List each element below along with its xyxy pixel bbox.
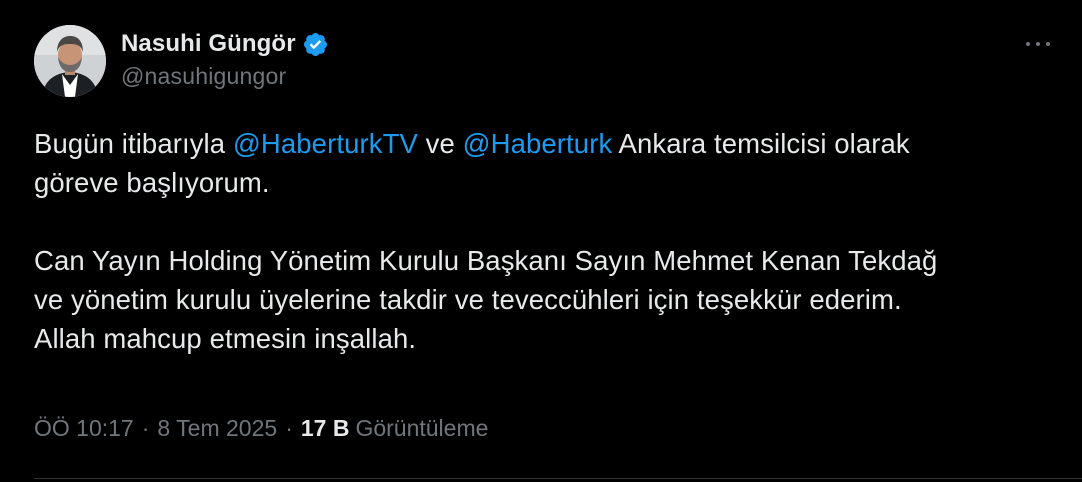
verified-badge-icon[interactable] [302, 31, 329, 58]
tweet-line: Allah mahcup etmesin inşallah. [34, 323, 417, 354]
tweet-date[interactable]: 8 Tem 2025 [157, 415, 277, 442]
more-dot [1036, 42, 1040, 46]
mention-link-haberturktv[interactable]: @HaberturkTV [233, 128, 418, 159]
more-dot [1026, 42, 1030, 46]
tweet-line: ve yönetim kurulu üyelerine takdir ve te… [34, 284, 902, 315]
tweet-text-segment: Ankara temsilcisi olarak [612, 128, 910, 159]
author-avatar[interactable] [34, 25, 106, 97]
author-info: Nasuhi Güngör @nasuhigungor [121, 28, 329, 90]
tweet-time[interactable]: ÖÖ 10:17 [34, 415, 134, 442]
tweet-line: göreve başlıyorum. [34, 167, 270, 198]
tweet-text-segment: ve [417, 128, 463, 159]
views-label: Görüntüleme [355, 415, 489, 441]
tweet-line: Bugün itibarıyla @HaberturkTV ve @Habert… [34, 124, 1064, 163]
tweet-text: Bugün itibarıyla @HaberturkTV ve @Habert… [34, 124, 1064, 358]
tweet-text-segment: Bugün itibarıyla [34, 128, 233, 159]
author-name-row: Nasuhi Güngör [121, 28, 329, 60]
more-options-icon[interactable] [1016, 30, 1060, 58]
tweet-card: Nasuhi Güngör @nasuhigungor Bugün itibar… [0, 0, 1082, 482]
author-handle[interactable]: @nasuhigungor [121, 63, 329, 90]
views-count[interactable]: 17 B [301, 415, 350, 442]
avatar-image [34, 25, 106, 97]
meta-separator: · [141, 415, 150, 441]
divider [34, 478, 1082, 479]
mention-link-haberturk[interactable]: @Haberturk [463, 128, 613, 159]
meta-separator: · [285, 415, 293, 441]
more-dot [1046, 42, 1050, 46]
tweet-meta: ÖÖ 10:17 · 8 Tem 2025 · 17 B Görüntüleme [34, 415, 488, 442]
tweet-line: Can Yayın Holding Yönetim Kurulu Başkanı… [34, 245, 938, 276]
author-display-name[interactable]: Nasuhi Güngör [121, 30, 296, 58]
